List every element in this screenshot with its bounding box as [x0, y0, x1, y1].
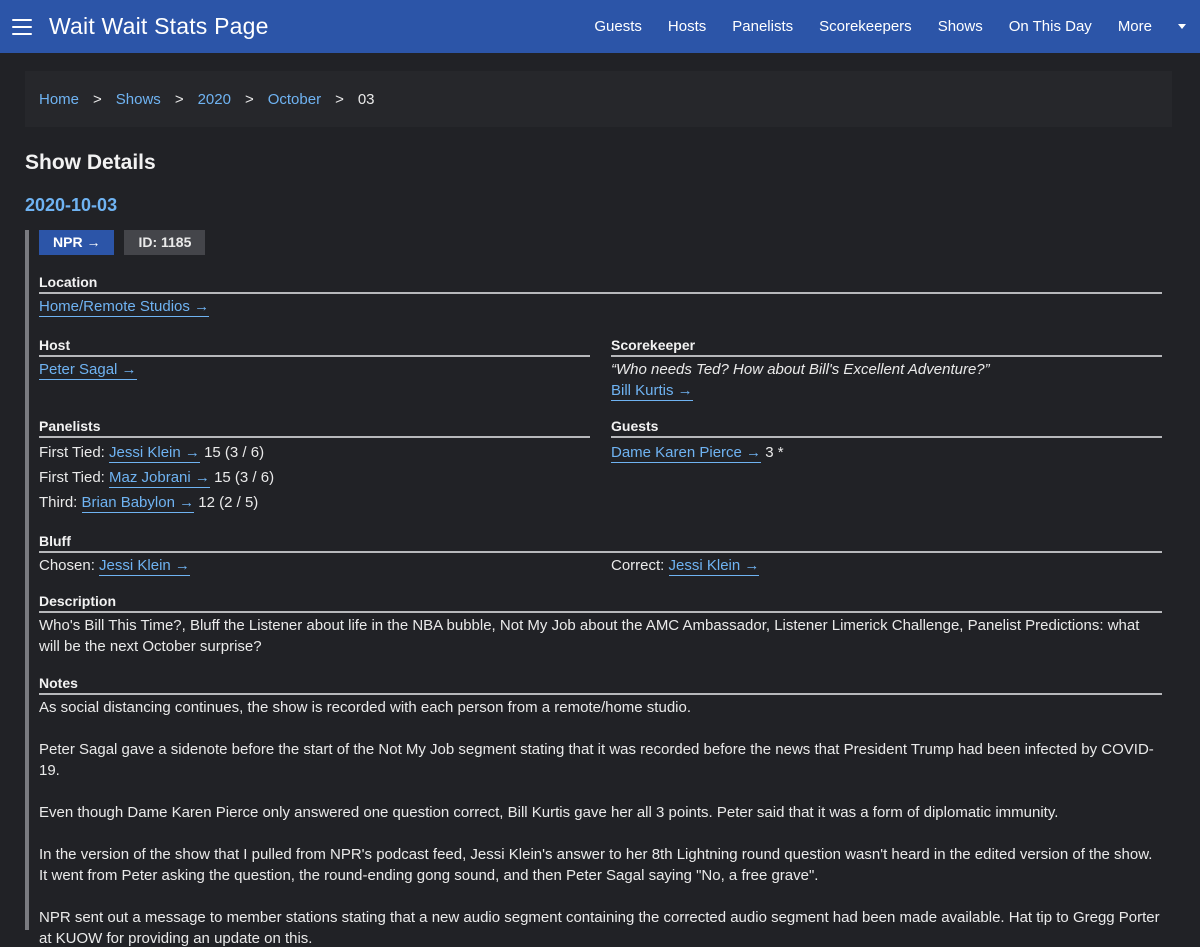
- nav-shows[interactable]: Shows: [925, 16, 996, 37]
- description-heading: Description: [39, 592, 1162, 613]
- nav-guests[interactable]: Guests: [581, 16, 655, 37]
- panelist-score: 12 (2 / 5): [198, 494, 259, 511]
- scorekeeper-heading: Scorekeeper: [611, 336, 1162, 357]
- panelist-rank: First Tied:: [39, 469, 105, 486]
- note-paragraph: NPR sent out a message to member station…: [39, 909, 1160, 947]
- site-title[interactable]: Wait Wait Stats Page: [49, 15, 269, 38]
- npr-link-button[interactable]: NPR →: [39, 230, 115, 255]
- breadcrumb-day: 03: [357, 90, 375, 108]
- nav-more-label: More: [1117, 18, 1152, 35]
- breadcrumb-separator: >: [174, 90, 184, 108]
- bluff-correct-label: Correct:: [611, 557, 665, 574]
- panelist-score: 15 (3 / 6): [204, 444, 265, 461]
- guests-heading: Guests: [611, 417, 1162, 438]
- page-title: Show Details: [25, 151, 156, 174]
- host-heading: Host: [39, 336, 590, 357]
- bluff-chosen-label: Chosen:: [39, 557, 95, 574]
- notes-heading: Notes: [39, 674, 1162, 695]
- panelist-link[interactable]: Jessi Klein →: [109, 444, 200, 463]
- scorekeeper-link[interactable]: Bill Kurtis →: [611, 382, 693, 401]
- note-paragraph: In the version of the show that I pulled…: [39, 846, 1153, 884]
- show-id-badge: ID: 1185: [124, 230, 206, 255]
- note-paragraph: As social distancing continues, the show…: [39, 699, 692, 716]
- breadcrumb-shows[interactable]: Shows: [116, 89, 161, 110]
- breadcrumb-year[interactable]: 2020: [198, 89, 231, 110]
- breadcrumb-home[interactable]: Home: [39, 89, 79, 110]
- show-details: NPR → ID: 1185 Location Home/Remote Stud…: [25, 230, 1162, 947]
- host-link[interactable]: Peter Sagal →: [39, 361, 137, 380]
- breadcrumb: Home > Shows > 2020 > October > 03: [25, 71, 1172, 127]
- guest-link[interactable]: Dame Karen Pierce →: [611, 444, 762, 463]
- nav-hosts[interactable]: Hosts: [655, 16, 719, 37]
- panelist-rank: Third:: [39, 494, 78, 511]
- location-heading: Location: [39, 273, 1162, 294]
- description-text: Who's Bill This Time?, Bluff the Listene…: [39, 617, 1140, 655]
- chevron-down-icon: [1178, 24, 1186, 29]
- panelist-row: First Tied: Jessi Klein → 15 (3 / 6): [39, 442, 590, 463]
- breadcrumb-separator: >: [335, 90, 344, 108]
- panelist-row: Third: Brian Babylon → 12 (2 / 5): [39, 492, 590, 513]
- menu-icon[interactable]: [12, 18, 32, 35]
- nav-panelists[interactable]: Panelists: [719, 16, 806, 37]
- bluff-heading: Bluff: [39, 532, 1162, 553]
- breadcrumb-separator: >: [244, 90, 254, 108]
- panelist-rank: First Tied:: [39, 444, 105, 461]
- top-navbar: Wait Wait Stats Page Guests Hosts Paneli…: [0, 0, 1200, 53]
- breadcrumb-month[interactable]: October: [268, 89, 321, 110]
- guest-row: Dame Karen Pierce → 3 *: [611, 442, 1162, 463]
- panelist-score: 15 (3 / 6): [214, 469, 275, 486]
- note-paragraph: Even though Dame Karen Pierce only answe…: [39, 804, 1059, 821]
- nav-scorekeepers[interactable]: Scorekeepers: [806, 16, 925, 37]
- nav-more-dropdown[interactable]: More: [1105, 16, 1200, 37]
- guest-score: 3 *: [765, 444, 784, 461]
- nav-on-this-day[interactable]: On This Day: [996, 16, 1105, 37]
- breadcrumb-separator: >: [93, 90, 102, 108]
- location-link[interactable]: Home/Remote Studios →: [39, 298, 210, 317]
- main-nav: Guests Hosts Panelists Scorekeepers Show…: [581, 0, 1200, 53]
- panelist-link[interactable]: Brian Babylon →: [81, 494, 195, 513]
- note-paragraph: Peter Sagal gave a sidenote before the s…: [39, 741, 1154, 779]
- bluff-chosen-link[interactable]: Jessi Klein →: [99, 557, 190, 576]
- show-date-link[interactable]: 2020-10-03: [25, 195, 1200, 216]
- panelist-row: First Tied: Maz Jobrani → 15 (3 / 6): [39, 467, 590, 488]
- bluff-correct-link[interactable]: Jessi Klein →: [668, 557, 760, 576]
- panelist-link[interactable]: Maz Jobrani →: [109, 469, 210, 488]
- panelists-heading: Panelists: [39, 417, 590, 438]
- scorekeeper-quote: “Who needs Ted? How about Bill's Excelle…: [611, 361, 990, 378]
